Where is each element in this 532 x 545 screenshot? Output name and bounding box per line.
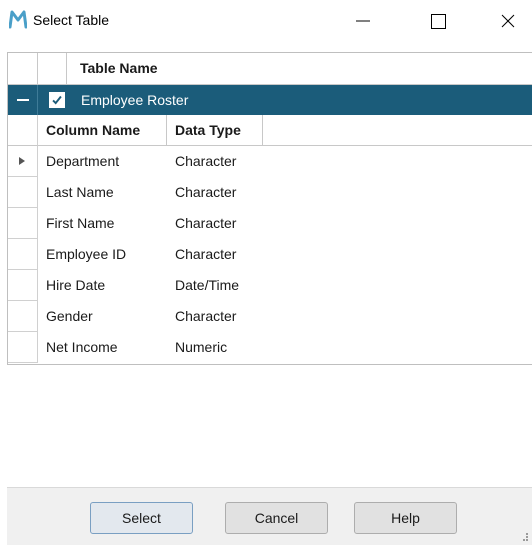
table-row[interactable]: Last Name Character bbox=[38, 177, 532, 208]
cancel-button[interactable]: Cancel bbox=[225, 502, 328, 534]
detail-header-selector bbox=[8, 115, 38, 146]
table-row[interactable]: First Name Character bbox=[38, 208, 532, 239]
column-name-cell: First Name bbox=[46, 215, 115, 231]
row-selector[interactable] bbox=[8, 146, 38, 177]
select-button[interactable]: Select bbox=[90, 502, 193, 534]
row-selector[interactable] bbox=[8, 177, 38, 208]
column-name-cell: Gender bbox=[46, 308, 93, 324]
column-name-header[interactable]: Column Name bbox=[38, 115, 167, 146]
table-row[interactable]: Department Character bbox=[38, 146, 532, 177]
title-bar: Select Table bbox=[0, 0, 532, 42]
column-name-cell: Department bbox=[46, 153, 120, 169]
table-row[interactable]: Hire Date Date/Time bbox=[38, 270, 532, 301]
table-row[interactable]: Employee ID Character bbox=[38, 239, 532, 270]
current-row-arrow-icon bbox=[19, 157, 25, 165]
window-title: Select Table bbox=[33, 12, 110, 28]
data-type-cell: Character bbox=[175, 153, 237, 169]
column-name-cell: Net Income bbox=[46, 339, 118, 355]
collapse-expander[interactable] bbox=[8, 85, 38, 115]
data-type-cell: Numeric bbox=[175, 339, 228, 355]
row-selector[interactable] bbox=[8, 208, 38, 239]
minimize-icon[interactable] bbox=[343, 0, 389, 42]
data-type-cell: Character bbox=[175, 308, 237, 324]
row-selector[interactable] bbox=[8, 239, 38, 270]
header-check-cell bbox=[38, 53, 67, 84]
data-type-header[interactable]: Data Type bbox=[167, 115, 263, 146]
detail-selector-column bbox=[8, 115, 38, 365]
m-logo-icon bbox=[9, 10, 27, 29]
resize-grip-icon[interactable] bbox=[517, 530, 529, 542]
table-checkbox[interactable] bbox=[49, 92, 65, 108]
close-icon[interactable] bbox=[486, 0, 532, 42]
row-selector[interactable] bbox=[8, 332, 38, 363]
data-type-cell: Date/Time bbox=[175, 277, 240, 293]
grid-header-row: Table Name bbox=[8, 53, 532, 85]
column-name-cell: Hire Date bbox=[46, 277, 106, 293]
row-selector[interactable] bbox=[8, 270, 38, 301]
detail-header-row: Column Name Data Type bbox=[38, 115, 532, 146]
table-name-header[interactable]: Table Name bbox=[80, 60, 158, 76]
data-type-cell: Character bbox=[175, 246, 237, 262]
table-row[interactable]: Net Income Numeric bbox=[38, 332, 532, 363]
column-name-cell: Last Name bbox=[46, 184, 114, 200]
data-type-cell: Character bbox=[175, 215, 237, 231]
row-selector[interactable] bbox=[8, 301, 38, 332]
maximize-icon[interactable] bbox=[417, 0, 463, 42]
minus-icon bbox=[17, 99, 29, 101]
detail-grid: Column Name Data Type Department Charact… bbox=[8, 115, 532, 365]
table-name-label: Employee Roster bbox=[81, 92, 189, 108]
table-grid: Table Name Employee Roster Column Name D… bbox=[7, 52, 532, 365]
help-button[interactable]: Help bbox=[354, 502, 457, 534]
table-row[interactable]: Gender Character bbox=[38, 301, 532, 332]
column-name-cell: Employee ID bbox=[46, 246, 127, 262]
data-type-cell: Character bbox=[175, 184, 237, 200]
dialog-footer: Select Cancel Help bbox=[7, 487, 532, 545]
master-row-employee-roster[interactable]: Employee Roster bbox=[8, 85, 532, 115]
header-selector-cell bbox=[8, 53, 38, 84]
